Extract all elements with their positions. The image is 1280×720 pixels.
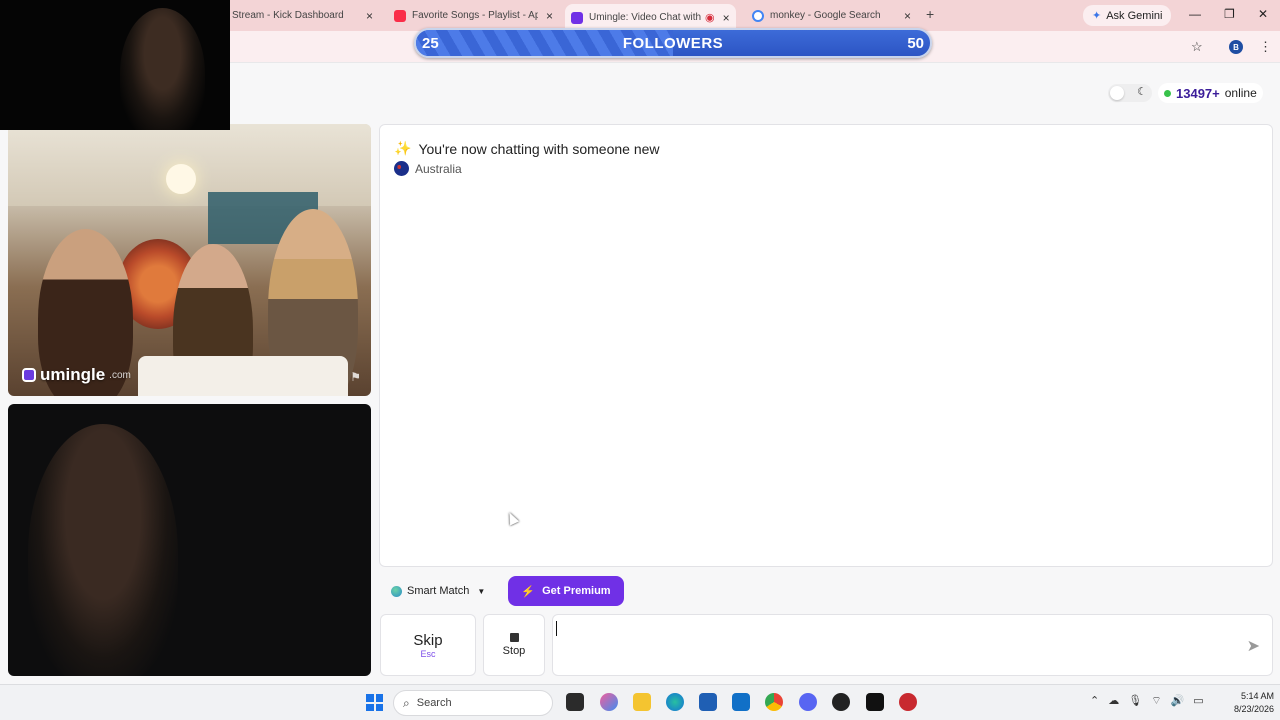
webcam-person [120,8,205,130]
ceiling-light [166,164,196,194]
windows-start-icon[interactable] [366,694,383,711]
ask-gemini-button[interactable]: ✦ Ask Gemini [1083,5,1172,26]
streaming-app-icon[interactable] [899,693,917,711]
tab-umingle[interactable]: Umingle: Video Chat with St ◉ × [565,4,736,31]
apple-music-icon [394,9,406,22]
windows-taskbar: ⌕ Search ⌃ ☁ 🎙 ⌔ 🔊 ▭ 5:14 AM 8/23/2026 [0,684,1280,720]
blanket [138,356,348,396]
system-message: ✨ You're now chatting with someone new [394,140,660,157]
umingle-icon [571,11,583,24]
logo-text: umingle [40,365,106,384]
webcam-overlay [0,0,230,130]
self-video [8,404,371,676]
stop-button[interactable]: Stop [483,614,545,676]
send-icon[interactable]: ➤ [1247,636,1260,656]
australia-flag-icon [394,161,409,176]
stop-icon [509,633,519,642]
wifi-icon[interactable]: ⌔ [1151,694,1161,708]
globe-icon [391,585,402,597]
tab-title: Umingle: Video Chat with St [589,12,701,23]
close-window-icon[interactable]: ✕ [1258,7,1268,21]
online-label: online [1224,86,1257,100]
tab-kick-dashboard[interactable]: Stream - Kick Dashboard × [226,4,379,27]
skip-label: Skip [413,631,443,649]
self-person [28,424,178,676]
report-flag-icon[interactable]: ⚑ [350,370,361,384]
system-message-text: You're now chatting with someone new [418,140,660,157]
close-icon[interactable]: × [723,11,730,25]
microphone-icon[interactable]: 🎙 [1128,694,1142,708]
new-tab-icon[interactable]: + [926,6,934,22]
battery-icon[interactable]: ▭ [1193,694,1203,708]
volume-icon[interactable]: 🔊 [1171,694,1185,708]
clock-time: 5:14 AM [1240,691,1274,701]
country-name: Australia [415,161,462,176]
online-count: 13497+ [1176,85,1220,101]
gemini-icon: ✦ [1092,10,1102,22]
file-app-icon[interactable] [566,693,584,711]
text-caret [556,621,557,636]
profile-avatar[interactable]: B [1229,40,1243,54]
search-icon: ⌕ [403,695,410,710]
minimize-icon[interactable]: — [1189,7,1201,21]
online-dot-icon [1164,89,1171,97]
taskbar-search[interactable]: ⌕ Search [393,690,553,716]
chevron-up-icon[interactable]: ⌃ [1090,694,1099,708]
store-icon[interactable] [699,693,717,711]
menu-kebab-icon[interactable]: ⋮ [1259,39,1272,55]
tab-title: Stream - Kick Dashboard [232,10,344,21]
smart-match-dropdown[interactable]: Smart Match ▼ [383,580,493,602]
close-icon[interactable]: × [366,9,373,23]
followers-label: FOLLOWERS [622,35,724,52]
kick-icon[interactable] [866,693,884,711]
chrome-icon[interactable] [765,693,783,711]
outlook-icon[interactable] [732,693,750,711]
taskbar-search-label: Search [416,697,452,709]
tab-apple-music[interactable]: Favorite Songs - Playlist - Apple × [388,4,559,27]
sparkle-icon: ✨ [394,140,412,156]
umingle-logo-icon [22,368,36,382]
chat-panel: ✨ You're now chatting with someone new A… [379,124,1273,567]
edge-icon[interactable] [666,693,684,711]
discord-icon[interactable] [799,693,817,711]
taskbar-clock[interactable]: 5:14 AM 8/23/2026 [1218,690,1274,716]
get-premium-label: Get Premium [542,585,611,597]
skip-button[interactable]: Skip Esc [380,614,476,676]
stranger-video: umingle .com ⚑ [8,124,371,396]
dark-mode-toggle[interactable]: ☾ [1108,84,1152,102]
file-explorer-icon[interactable] [633,693,651,711]
copilot-icon[interactable] [600,693,618,711]
get-premium-button[interactable]: ⚡ Get Premium [508,576,624,606]
toggle-knob [1110,86,1124,100]
clock-date: 8/23/2026 [1233,704,1274,714]
tab-title: monkey - Google Search [770,10,881,21]
message-input[interactable]: ➤ [552,614,1273,676]
umingle-logo: umingle .com [22,365,131,385]
system-tray: ⌃ ☁ 🎙 ⌔ 🔊 ▭ [1090,694,1204,708]
online-counter: 13497+ online [1158,83,1263,103]
recording-icon: ◉ [705,12,715,24]
followers-target: 50 [907,35,924,52]
followers-goal-bar: 25 FOLLOWERS 50 [414,28,932,58]
google-icon [752,9,764,22]
close-icon[interactable]: × [904,9,911,23]
chevron-down-icon: ▼ [477,586,486,596]
logo-suffix: .com [109,369,131,381]
tab-title: Favorite Songs - Playlist - Apple [412,10,538,21]
close-icon[interactable]: × [546,9,553,23]
smart-match-label: Smart Match [407,585,470,597]
stop-label: Stop [502,645,526,657]
obs-icon[interactable] [832,693,850,711]
maximize-icon[interactable]: ❐ [1224,7,1235,21]
stranger-country: Australia [394,161,462,176]
cloud-icon[interactable]: ☁ [1108,694,1119,708]
tab-google-search[interactable]: monkey - Google Search × [746,4,917,27]
moon-icon: ☾ [1137,86,1147,98]
lightning-icon: ⚡ [521,585,536,598]
ask-gemini-label: Ask Gemini [1106,9,1163,22]
skip-shortcut: Esc [420,648,436,659]
bookmark-star-icon[interactable]: ☆ [1191,39,1203,55]
